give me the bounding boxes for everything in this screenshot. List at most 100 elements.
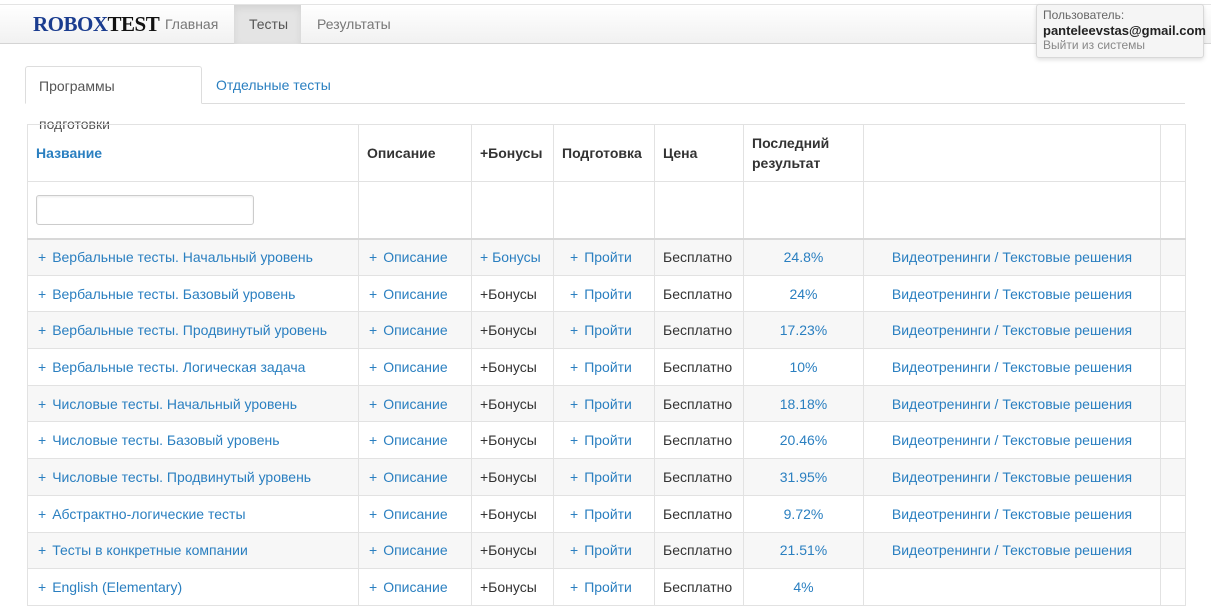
- program-name-link[interactable]: Вербальные тесты. Логическая задача: [52, 359, 305, 375]
- cell-name: + Вербальные тесты. Начальный уровень: [27, 238, 359, 276]
- description-link[interactable]: Описание: [383, 286, 447, 302]
- expand-plus[interactable]: +: [38, 359, 46, 375]
- expand-plus[interactable]: +: [369, 506, 377, 522]
- header-name[interactable]: Название: [27, 124, 359, 182]
- cell-last-result[interactable]: 17.23%: [743, 311, 864, 350]
- expand-plus[interactable]: +: [369, 359, 377, 375]
- cell-last-result[interactable]: 24.8%: [743, 238, 864, 276]
- cell-price: Бесплатно: [654, 532, 744, 570]
- expand-plus[interactable]: +: [570, 579, 578, 595]
- cell-video-text-solutions[interactable]: [863, 568, 1161, 606]
- brand-logo[interactable]: ROBOXTEST: [33, 12, 160, 36]
- expand-plus[interactable]: +: [38, 322, 46, 338]
- expand-plus[interactable]: +: [570, 396, 578, 412]
- program-name-link[interactable]: Тесты в конкретные компании: [52, 542, 248, 558]
- program-name-link[interactable]: Вербальные тесты. Продвинутый уровень: [52, 322, 327, 338]
- description-link[interactable]: Описание: [383, 542, 447, 558]
- expand-plus[interactable]: +: [38, 579, 46, 595]
- logout-link[interactable]: Выйти из системы: [1043, 38, 1197, 53]
- nav-results[interactable]: Результаты: [302, 5, 406, 44]
- cell-video-text-solutions[interactable]: Видеотренинги / Текстовые решения: [863, 348, 1161, 386]
- cell-last-result[interactable]: 20.46%: [743, 421, 864, 460]
- expand-plus[interactable]: +: [38, 506, 46, 522]
- program-name-link[interactable]: Вербальные тесты. Начальный уровень: [52, 249, 313, 265]
- start-link[interactable]: Пройти: [584, 432, 632, 448]
- cell-last-result[interactable]: 21.51%: [743, 532, 864, 570]
- program-name-link[interactable]: Числовые тесты. Продвинутый уровень: [52, 469, 311, 485]
- cell-video-text-solutions[interactable]: Видеотренинги / Текстовые решения: [863, 275, 1161, 313]
- expand-plus[interactable]: +: [369, 396, 377, 412]
- start-link[interactable]: Пройти: [584, 286, 632, 302]
- expand-plus[interactable]: +: [369, 322, 377, 338]
- start-link[interactable]: Пройти: [584, 579, 632, 595]
- expand-plus[interactable]: +: [38, 432, 46, 448]
- cell-last-result[interactable]: 4%: [743, 568, 864, 606]
- start-link[interactable]: Пройти: [584, 506, 632, 522]
- program-name-link[interactable]: Числовые тесты. Начальный уровень: [52, 396, 297, 412]
- cell-price: Бесплатно: [654, 385, 744, 423]
- description-link[interactable]: Описание: [383, 249, 447, 265]
- cell-video-text-solutions[interactable]: Видеотренинги / Текстовые решения: [863, 495, 1161, 533]
- description-link[interactable]: Описание: [383, 432, 447, 448]
- name-filter-input[interactable]: [36, 194, 254, 225]
- expand-plus[interactable]: +: [570, 506, 578, 522]
- start-link[interactable]: Пройти: [584, 322, 632, 338]
- bonus-text: +Бонусы: [480, 432, 537, 449]
- expand-plus[interactable]: +: [369, 579, 377, 595]
- expand-plus[interactable]: +: [570, 286, 578, 302]
- expand-plus[interactable]: +: [38, 469, 46, 485]
- expand-plus[interactable]: +: [38, 542, 46, 558]
- expand-plus[interactable]: +: [369, 432, 377, 448]
- program-name-link[interactable]: Числовые тесты. Базовый уровень: [52, 432, 279, 448]
- cell-bonus: +Бонусы: [471, 495, 554, 533]
- cell-last-result[interactable]: 18.18%: [743, 385, 864, 423]
- cell-price: Бесплатно: [654, 238, 744, 276]
- program-name-link[interactable]: Абстрактно-логические тесты: [52, 506, 245, 522]
- program-name-link[interactable]: English (Elementary): [52, 579, 182, 595]
- start-link[interactable]: Пройти: [584, 469, 632, 485]
- bonus-text: +Бонусы: [480, 542, 537, 559]
- cell-video-text-solutions[interactable]: Видеотренинги / Текстовые решения: [863, 311, 1161, 350]
- nav-home[interactable]: Главная: [150, 5, 233, 44]
- expand-plus[interactable]: +: [570, 432, 578, 448]
- start-link[interactable]: Пройти: [584, 359, 632, 375]
- cell-video-text-solutions[interactable]: Видеотренинги / Текстовые решения: [863, 458, 1161, 496]
- cell-video-text-solutions[interactable]: Видеотренинги / Текстовые решения: [863, 421, 1161, 460]
- nav-tests[interactable]: Тесты: [234, 5, 301, 44]
- expand-plus[interactable]: +: [369, 286, 377, 302]
- description-link[interactable]: Описание: [383, 396, 447, 412]
- bonus-text[interactable]: + Бонусы: [480, 249, 541, 265]
- tab-programs[interactable]: Программы подготовки: [25, 66, 202, 132]
- expand-plus[interactable]: +: [369, 542, 377, 558]
- description-link[interactable]: Описание: [383, 579, 447, 595]
- start-link[interactable]: Пройти: [584, 396, 632, 412]
- cell-video-text-solutions[interactable]: Видеотренинги / Текстовые решения: [863, 238, 1161, 276]
- start-link[interactable]: Пройти: [584, 249, 632, 265]
- expand-plus[interactable]: +: [369, 469, 377, 485]
- expand-plus[interactable]: +: [369, 249, 377, 265]
- description-link[interactable]: Описание: [383, 506, 447, 522]
- description-link[interactable]: Описание: [383, 359, 447, 375]
- start-link[interactable]: Пройти: [584, 542, 632, 558]
- cell-video-text-solutions[interactable]: Видеотренинги / Текстовые решения: [863, 385, 1161, 423]
- cell-prep: + Пройти: [553, 311, 655, 350]
- cell-last-result[interactable]: 10%: [743, 348, 864, 386]
- expand-plus[interactable]: +: [570, 542, 578, 558]
- description-link[interactable]: Описание: [383, 469, 447, 485]
- expand-plus[interactable]: +: [570, 359, 578, 375]
- cell-spacer: [1160, 275, 1186, 313]
- expand-plus[interactable]: +: [38, 286, 46, 302]
- program-name-link[interactable]: Вербальные тесты. Базовый уровень: [52, 286, 295, 302]
- cell-last-result[interactable]: 9.72%: [743, 495, 864, 533]
- tab-single-tests[interactable]: Отдельные тесты: [203, 66, 344, 104]
- cell-last-result[interactable]: 24%: [743, 275, 864, 313]
- cell-spacer: [1160, 421, 1186, 460]
- expand-plus[interactable]: +: [38, 249, 46, 265]
- expand-plus[interactable]: +: [38, 396, 46, 412]
- cell-video-text-solutions[interactable]: Видеотренинги / Текстовые решения: [863, 532, 1161, 570]
- expand-plus[interactable]: +: [570, 469, 578, 485]
- cell-last-result[interactable]: 31.95%: [743, 458, 864, 496]
- expand-plus[interactable]: +: [570, 322, 578, 338]
- description-link[interactable]: Описание: [383, 322, 447, 338]
- expand-plus[interactable]: +: [570, 249, 578, 265]
